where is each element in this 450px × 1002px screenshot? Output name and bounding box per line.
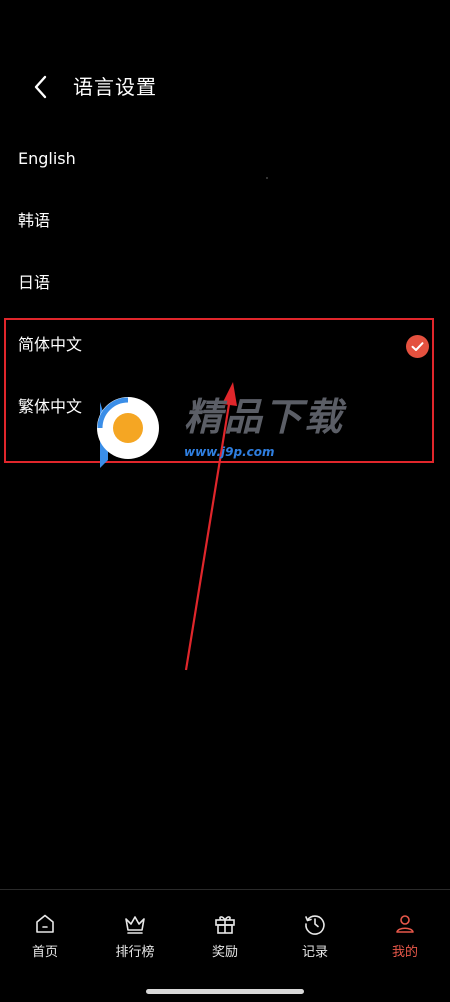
nav-label: 记录 <box>301 945 328 960</box>
nav-label: 我的 <box>391 945 418 960</box>
language-option-label: 简体中文 <box>18 335 83 354</box>
bottom-navigation: 首页 排行榜 奖励 记录 我的 <box>0 889 450 1002</box>
language-option-label: 日语 <box>18 273 51 292</box>
nav-item-rewards[interactable]: 奖励 <box>180 890 270 970</box>
gift-icon <box>215 916 235 934</box>
history-icon <box>305 915 325 935</box>
language-option-label: 韩语 <box>18 211 51 230</box>
nav-item-me[interactable]: 我的 <box>360 890 450 970</box>
language-option-english[interactable]: English <box>0 128 450 190</box>
nav-label: 奖励 <box>211 945 238 960</box>
crown-icon <box>125 916 145 934</box>
language-option-japanese[interactable]: 日语 <box>0 252 450 314</box>
home-icon <box>36 914 54 933</box>
nav-item-history[interactable]: 记录 <box>270 890 360 970</box>
language-option-simplified-chinese[interactable]: 简体中文 <box>0 314 450 376</box>
language-option-korean[interactable]: 韩语 <box>0 190 450 252</box>
watermark-url: www.j9p.com <box>184 445 275 459</box>
nav-item-home[interactable]: 首页 <box>0 890 90 970</box>
language-list: English 韩语 日语 简体中文 繁体中文 <box>0 128 450 438</box>
nav-item-ranking[interactable]: 排行榜 <box>90 890 180 970</box>
nav-label: 排行榜 <box>115 945 155 960</box>
user-icon <box>396 915 414 933</box>
home-indicator <box>146 989 304 994</box>
page-title: 语言设置 <box>73 75 157 99</box>
nav-label: 首页 <box>31 945 58 960</box>
language-option-traditional-chinese[interactable]: 繁体中文 <box>0 376 450 438</box>
language-option-label: English <box>18 149 76 168</box>
top-bar: 语言设置 <box>0 62 450 112</box>
check-circle-icon <box>406 335 429 358</box>
chevron-left-icon[interactable] <box>26 72 56 102</box>
language-option-label: 繁体中文 <box>18 397 83 416</box>
